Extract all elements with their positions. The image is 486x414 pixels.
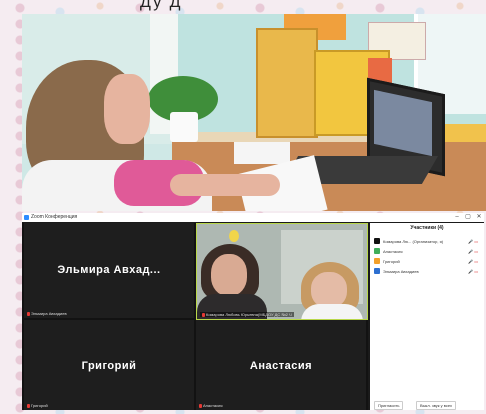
- participant-tag: Комарова Любовь Юрьевна(МБДОУ ДС №2 Ч: [200, 312, 294, 317]
- participant-list: Комарова Лю... (Организатор, я) 🎤 ▭ Анас…: [374, 237, 480, 277]
- participant-row[interactable]: Григорий 🎤 ▭: [374, 257, 480, 267]
- participant-tile-anastasia[interactable]: Анастасия Анастасия: [196, 320, 366, 410]
- zoom-window: Zoom Конференция – ▢ ✕ Эльмира Авхад... …: [22, 213, 484, 410]
- participant-row[interactable]: Анастасия 🎤 ▭: [374, 247, 480, 257]
- mute-all-button[interactable]: Выкл. звук у всех: [416, 401, 456, 410]
- mic-camera-icons: 🎤 ▭: [468, 239, 478, 244]
- close-button[interactable]: ✕: [474, 213, 484, 222]
- avatar: [374, 258, 380, 264]
- toy-decor: [229, 230, 239, 242]
- title-bar: Zoom Конференция – ▢ ✕: [22, 213, 484, 222]
- maximize-button[interactable]: ▢: [463, 213, 473, 222]
- window-title: Zoom Конференция: [31, 214, 78, 220]
- mic-camera-icons: 🎤 ▭: [468, 259, 478, 264]
- invite-button[interactable]: Пригласить: [374, 401, 404, 410]
- participant-tag: Анастасия: [199, 403, 223, 408]
- minimize-button[interactable]: –: [452, 213, 462, 222]
- participant-row[interactable]: Эльмира Авхадиев 🎤 ▭: [374, 267, 480, 277]
- participant-tag: Григорий: [27, 403, 48, 408]
- caption-text: Ду Д: [140, 0, 183, 11]
- zoom-logo-icon: [24, 215, 29, 220]
- avatar: [374, 248, 380, 254]
- gallery-view: Эльмира Авхад... Эльмира Авхадиев Комаро…: [22, 223, 368, 410]
- avatar: [374, 268, 380, 274]
- participants-panel: Участники (4) Комарова Лю... (Организато…: [370, 223, 484, 410]
- mic-off-icon: [27, 403, 30, 408]
- mic-off-icon: [202, 312, 205, 317]
- mic-camera-icons: 🎤 ▭: [468, 249, 478, 254]
- participant-tile-grigoriy[interactable]: Григорий Григорий: [24, 320, 194, 410]
- participant-name: Анастасия: [249, 360, 313, 372]
- mic-off-icon: [199, 403, 202, 408]
- participant-row[interactable]: Комарова Лю... (Организатор, я) 🎤 ▭: [374, 237, 480, 247]
- participant-name: Эльмира Авхад...: [57, 264, 161, 276]
- participant-tile-komarova[interactable]: Комарова Любовь Юрьевна(МБДОУ ДС №2 Ч: [196, 223, 368, 320]
- classroom-photo: [22, 14, 486, 211]
- panel-title: Участники (4): [410, 225, 444, 231]
- panel-footer: Пригласить Выкл. звук у всех: [374, 401, 480, 410]
- avatar: [374, 238, 380, 244]
- mic-camera-icons: 🎤 ▭: [468, 269, 478, 274]
- participant-name: Григорий: [81, 360, 137, 372]
- mic-off-icon: [27, 311, 30, 316]
- participant-tag: Эльмира Авхадиев: [27, 311, 67, 316]
- participant-tile-elmira[interactable]: Эльмира Авхад... Эльмира Авхадиев: [24, 223, 194, 318]
